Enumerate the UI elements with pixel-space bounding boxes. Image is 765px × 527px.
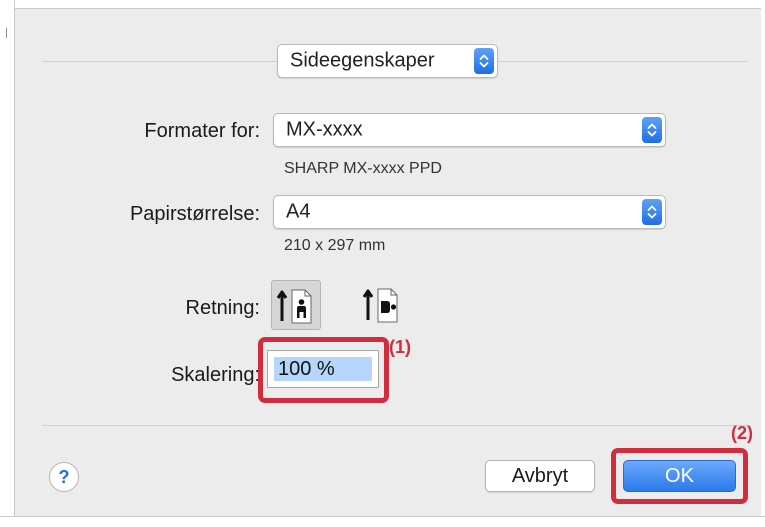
orientation-portrait-button[interactable] [271, 280, 321, 330]
window-bottom-edge [0, 516, 765, 527]
format-for-value: MX-xxxx [286, 118, 363, 141]
paper-size-value: A4 [286, 200, 311, 223]
callout-label-1: (1) [389, 337, 411, 357]
format-for-label: Formater for: [144, 120, 260, 142]
edge-mark [6, 28, 7, 38]
callout-box-2 [611, 448, 748, 504]
orientation-landscape-button[interactable] [358, 280, 408, 330]
help-icon: ? [58, 466, 70, 487]
page-attributes-value: Sideegenskaper [290, 49, 435, 72]
help-button[interactable]: ? [49, 462, 79, 492]
callout-label-2: (2) [731, 423, 753, 443]
format-for-popup[interactable]: MX-xxxx [273, 113, 666, 147]
window-left-edge [0, 0, 15, 527]
scaling-label: Skalering: [171, 364, 260, 386]
cancel-button[interactable]: Avbryt [485, 460, 595, 492]
callout-box-1 [258, 337, 389, 403]
chevron-updown-icon [474, 48, 494, 74]
window-right-edge [761, 0, 765, 527]
paper-size-label: Papirstørrelse: [129, 203, 260, 225]
orientation-label: Retning: [185, 297, 261, 319]
printer-description: SHARP MX-xxxx PPD [284, 160, 442, 177]
window-top-edge [0, 0, 765, 9]
portrait-orientation-icon [276, 289, 312, 324]
paper-size-dimensions: 210 x 297 mm [284, 237, 386, 254]
page-attributes-popup[interactable]: Sideegenskaper [277, 44, 498, 78]
chevron-updown-icon [642, 199, 662, 225]
paper-size-popup[interactable]: A4 [273, 195, 666, 229]
chevron-updown-icon [642, 117, 662, 143]
landscape-orientation-icon [362, 288, 398, 323]
bottom-separator [42, 425, 748, 426]
